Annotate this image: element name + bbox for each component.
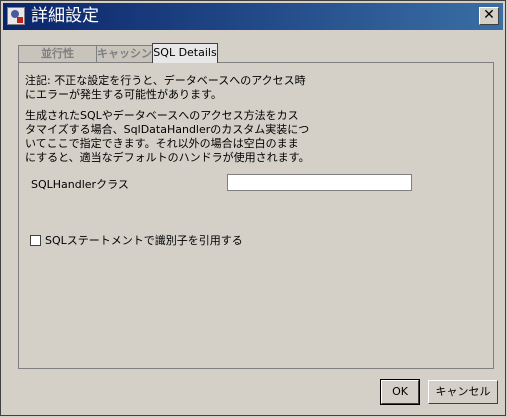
warning-text-line-1: 注記: 不正な設定を行うと、データベースへのアクセス時 [25,74,306,87]
title-bar[interactable]: 詳細設定 ✕ [3,3,503,30]
description-text-line-3: いてここで指定できます。それ以外の場合は空白のまま [25,137,299,150]
quote-identifiers-option[interactable]: SQLステートメントで識別子を引用する [30,233,243,247]
tab-caching[interactable]: キャッシング [96,45,154,62]
ok-button[interactable]: OK [380,379,420,405]
advanced-settings-dialog: 詳細設定 ✕ 並行性 キャッシング SQL Details 注記: 不正な設定を… [0,0,506,416]
app-icon [7,7,25,25]
handler-class-input[interactable] [227,174,412,191]
tab-sql-details[interactable]: SQL Details [152,43,218,63]
quote-identifiers-label: SQLステートメントで識別子を引用する [45,234,243,247]
description-text-line-4: にすると、適当なデフォルトのハンドラが使用されます。 [25,151,310,164]
quote-identifiers-checkbox[interactable] [30,234,41,246]
window-title: 詳細設定 [31,6,99,26]
cancel-button[interactable]: キャンセル [428,380,498,404]
sql-details-panel: 注記: 不正な設定を行うと、データベースへのアクセス時 にエラーが発生する可能性… [18,62,494,369]
tab-concurrency[interactable]: 並行性 [18,45,97,62]
warning-text-line-2: にエラーが発生する可能性があります。 [25,88,222,101]
handler-class-label: SQLHandlerクラス [31,178,129,191]
close-button[interactable]: ✕ [479,7,499,25]
description-text-line-2: タマイズする場合、SqlDataHandlerのカスタム実装につ [25,123,310,136]
description-text-line-1: 生成されたSQLやデータベースへのアクセス方法をカス [25,109,299,122]
